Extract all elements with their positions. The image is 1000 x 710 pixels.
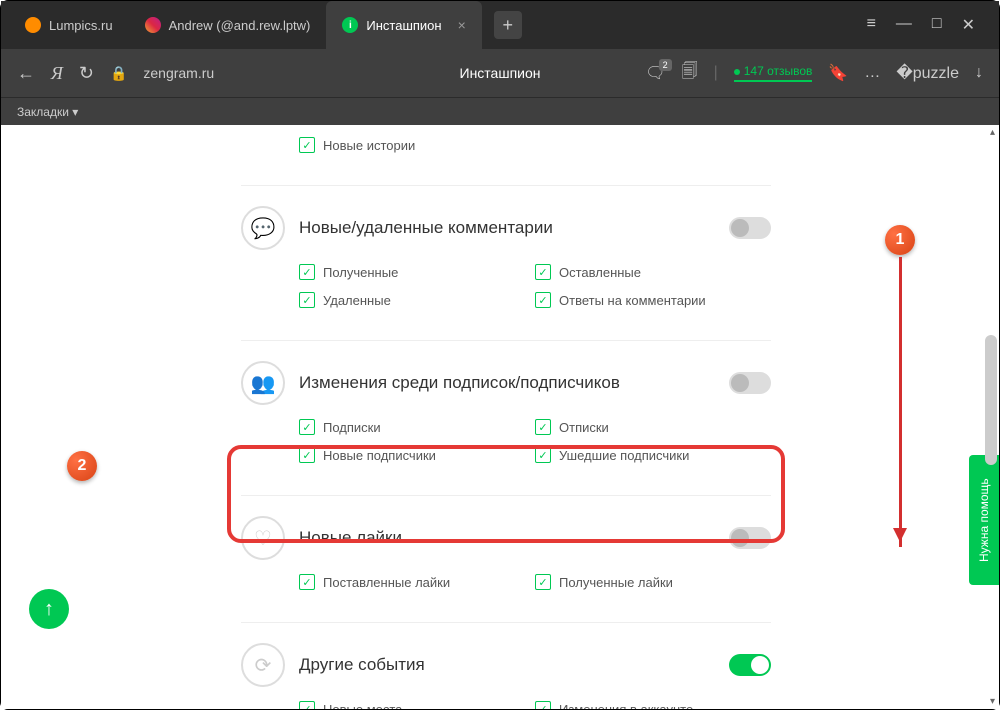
more-icon[interactable]: …: [864, 64, 880, 82]
toggle-other[interactable]: [729, 654, 771, 676]
url-text[interactable]: zengram.ru: [143, 65, 214, 81]
section-stories: ✓Новые истории: [241, 125, 771, 185]
section-title: Изменения среди подписок/подписчиков: [299, 373, 715, 393]
section-title: Новые лайки: [299, 528, 715, 548]
heart-icon: ♡: [241, 516, 285, 560]
annotation-arrow-icon: [899, 257, 902, 547]
address-bar: ← Я ↻ 🔒 zengram.ru Инсташпион 🗨 🗐 | 147 …: [1, 49, 999, 97]
lock-icon: 🔒: [110, 65, 127, 82]
maximize-button[interactable]: □: [932, 15, 942, 35]
checkbox-item[interactable]: ✓Полученные лайки: [535, 574, 771, 590]
scroll-to-top-button[interactable]: ↑: [29, 589, 69, 629]
tab-instagram[interactable]: Andrew (@and.rew.lptw): [129, 1, 327, 49]
checkbox-icon: ✓: [535, 264, 551, 280]
extensions-icon[interactable]: �puzzle: [896, 63, 959, 83]
tab-instashpion[interactable]: i Инсташпион ×: [326, 1, 481, 49]
checkbox-icon: ✓: [535, 701, 551, 709]
annotation-callout-2: 2: [67, 451, 97, 481]
users-icon: 👥: [241, 361, 285, 405]
bookmark-icon[interactable]: 🔖: [828, 63, 848, 83]
tab-label: Инсташпион: [366, 18, 441, 33]
close-tab-icon[interactable]: ×: [458, 17, 466, 33]
comment-icon: 💬: [241, 206, 285, 250]
annotation-callout-1: 1: [885, 225, 915, 255]
help-widget[interactable]: Нужна помощь: [969, 455, 999, 585]
scrollbar-thumb[interactable]: [985, 335, 997, 465]
checkbox-item[interactable]: ✓Ответы на комментарии: [535, 292, 771, 308]
close-window-button[interactable]: ✕: [962, 15, 975, 35]
section-comments: 💬 Новые/удаленные комментарии ✓Полученны…: [241, 185, 771, 340]
checkbox-item[interactable]: ✓Подписки: [299, 419, 535, 435]
scroll-up-arrow-icon[interactable]: ▴: [990, 127, 995, 138]
minimize-button[interactable]: —: [896, 15, 912, 35]
scroll-down-arrow-icon[interactable]: ▾: [990, 696, 995, 707]
section-likes: ♡ Новые лайки ✓Поставленные лайки ✓Получ…: [241, 495, 771, 622]
tab-favicon-icon: i: [342, 17, 358, 33]
checkbox-icon: ✓: [299, 574, 315, 590]
notification-icon[interactable]: 🗐: [682, 60, 698, 87]
section-title: Новые/удаленные комментарии: [299, 218, 715, 238]
page-content: ✓Новые истории 💬 Новые/удаленные коммент…: [1, 125, 999, 709]
reload-button[interactable]: ↻: [79, 63, 94, 84]
checkbox-icon: ✓: [535, 419, 551, 435]
toggle-likes[interactable]: [729, 527, 771, 549]
window-controls: ≡ — □ ✕: [867, 15, 991, 35]
menu-icon[interactable]: ≡: [867, 15, 876, 35]
checkbox-item[interactable]: ✓Новые истории: [299, 137, 535, 153]
section-other: ⟳ Другие события ✓Новые места ✓Изменения…: [241, 622, 771, 709]
tab-favicon-icon: [145, 17, 161, 33]
checkbox-icon: ✓: [299, 137, 315, 153]
checkbox-item[interactable]: ✓Удаленные: [299, 292, 535, 308]
page-title: Инсташпион: [460, 65, 541, 81]
checkbox-icon: ✓: [299, 264, 315, 280]
bookmarks-bar[interactable]: Закладки ▾: [1, 97, 999, 125]
tab-bar: Lumpics.ru Andrew (@and.rew.lptw) i Инста…: [1, 1, 999, 49]
toggle-comments[interactable]: [729, 217, 771, 239]
translate-icon[interactable]: 🗨: [645, 63, 665, 83]
tab-label: Andrew (@and.rew.lptw): [169, 18, 311, 33]
checkbox-icon: ✓: [299, 292, 315, 308]
back-button[interactable]: ←: [17, 63, 35, 84]
checkbox-icon: ✓: [535, 292, 551, 308]
tab-favicon-icon: [25, 17, 41, 33]
checkbox-item[interactable]: ✓Новые подписчики: [299, 447, 535, 463]
yandex-icon[interactable]: Я: [51, 63, 63, 84]
checkbox-icon: ✓: [299, 701, 315, 709]
tab-label: Lumpics.ru: [49, 18, 113, 33]
toggle-subscriptions[interactable]: [729, 372, 771, 394]
checkbox-icon: ✓: [535, 574, 551, 590]
checkbox-item[interactable]: ✓Оставленные: [535, 264, 771, 280]
checkbox-item[interactable]: ✓Полученные: [299, 264, 535, 280]
new-tab-button[interactable]: +: [494, 11, 522, 39]
section-subscriptions: 👥 Изменения среди подписок/подписчиков ✓…: [241, 340, 771, 495]
checkbox-icon: ✓: [299, 419, 315, 435]
checkbox-icon: ✓: [299, 447, 315, 463]
checkbox-icon: ✓: [535, 447, 551, 463]
checkbox-item[interactable]: ✓Новые места: [299, 701, 535, 709]
checkbox-item[interactable]: ✓Ушедшие подписчики: [535, 447, 771, 463]
reviews-link[interactable]: 147 отзывов: [734, 64, 813, 82]
checkbox-item[interactable]: ✓Изменения в аккаунте: [535, 701, 771, 709]
download-icon[interactable]: ↓: [975, 64, 983, 82]
activity-icon: ⟳: [241, 643, 285, 687]
tab-lumpics[interactable]: Lumpics.ru: [9, 1, 129, 49]
checkbox-item[interactable]: ✓Отписки: [535, 419, 771, 435]
checkbox-item[interactable]: ✓Поставленные лайки: [299, 574, 535, 590]
section-title: Другие события: [299, 655, 715, 675]
